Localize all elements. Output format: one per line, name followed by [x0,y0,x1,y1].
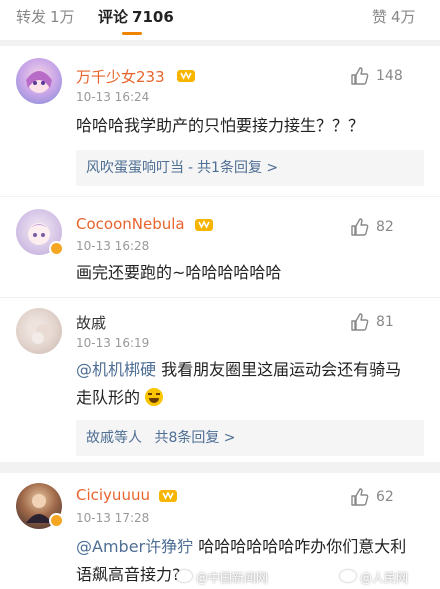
weibo-logo-icon [176,570,192,582]
tab-likes[interactable]: 赞 4万 [372,6,416,27]
flower-avatar-icon [27,321,52,344]
reply-preview-author: 故戚等人 [86,430,142,446]
tab-comments[interactable]: 评论 7106 [98,6,174,27]
username[interactable]: 故戚 [76,312,106,333]
tab-likes-count: 4万 [391,8,416,26]
like-button[interactable]: 81 [350,312,424,334]
avatar[interactable] [16,308,62,354]
vip-crown-icon [177,70,195,82]
like-button[interactable]: 82 [350,217,424,239]
comment-item: CocoonNebula 10-13 16:28 82 画完还要跑的~哈哈哈哈哈… [0,197,440,297]
comment-body: 画完还要跑的~哈哈哈哈哈哈 [76,263,282,282]
tab-repost-label: 转发 [16,8,47,26]
username[interactable]: 万千少女233 [76,66,165,87]
tab-likes-label: 赞 [372,8,388,26]
like-button[interactable]: 62 [350,487,424,509]
vip-crown-icon [159,490,177,502]
comment-item: 故戚 10-13 16:19 81 @机机梆硬 我看朋友圈里这届运动会还有骑马走… [0,298,440,462]
reply-count: 共1条回复 > [197,160,279,176]
tab-comments-label: 评论 [98,8,129,26]
vip-crown-icon [195,219,213,231]
tab-repost-count: 1万 [50,8,75,26]
reply-count: 共8条回复 > [154,430,236,446]
watermark-peoples-daily: @人民网 [360,571,409,585]
comment-body: 哈哈哈我学助产的只怕要接力接生？？？ [76,116,365,135]
reply-preview[interactable]: 风吹蛋蛋响叮当 - 共1条回复 > [76,150,424,186]
like-count: 81 [376,314,394,330]
like-button[interactable]: 148 [350,66,424,88]
mention-link[interactable]: @Amber许狰狞 [76,537,193,556]
comment-time: 10-13 16:24 [76,90,150,104]
reply-preview-author: 风吹蛋蛋响叮当 [86,160,184,176]
watermark-chinanews: @中国新闻网 [196,571,269,585]
comment-text: 哈哈哈我学助产的只怕要接力接生？？？ [76,112,416,140]
reply-preview[interactable]: 故戚等人 共8条回复 > [76,420,424,456]
weibo-logo-icon [340,570,356,582]
comment-text: 画完还要跑的~哈哈哈哈哈哈 [76,259,416,287]
tab-repost[interactable]: 转发 1万 [16,6,75,27]
laughing-emoji-icon [145,388,164,406]
anime-girl-avatar-icon [26,71,52,93]
verified-badge-icon [49,241,64,256]
comment-time: 10-13 16:28 [76,239,150,253]
thumbs-up-icon [351,67,369,85]
avatar[interactable] [16,58,62,104]
username[interactable]: Ciciyuuuu [76,486,150,504]
like-count: 62 [376,489,394,505]
mention-link[interactable]: @机机梆硬 [76,360,156,379]
like-count: 148 [376,68,403,84]
thumbs-up-icon [351,488,369,506]
comment-item: 万千少女233 10-13 16:24 148 哈哈哈我学助产的只怕要接力接生？… [0,46,440,196]
comment-time: 10-13 16:19 [76,336,150,350]
like-count: 82 [376,219,394,235]
active-tab-indicator [122,32,142,35]
comment-time: 10-13 17:28 [76,511,150,525]
tab-comments-count: 7106 [132,8,174,26]
username[interactable]: CocoonNebula [76,215,185,233]
thumbs-up-icon [351,313,369,331]
comment-text: @机机梆硬 我看朋友圈里这届运动会还有骑马走队形的 [76,356,416,412]
comment-tabs: 转发 1万 评论 7106 赞 4万 [0,0,440,40]
verified-badge-icon [49,513,64,528]
thumbs-up-icon [351,218,369,236]
